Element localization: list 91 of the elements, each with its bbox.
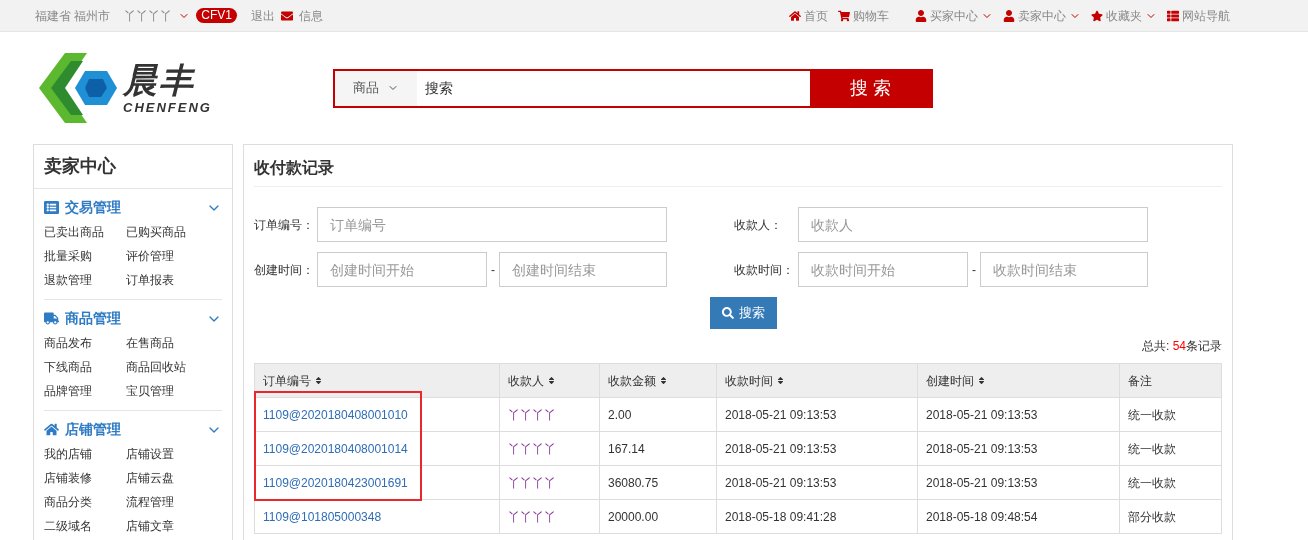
table-cell: 2018-05-21 09:13:53	[917, 431, 1120, 466]
range-separator: -	[971, 261, 977, 279]
logo-subtitle: CHENFENG	[123, 100, 212, 114]
truck-icon	[44, 311, 59, 326]
record-count: 总共: 54条记录	[1141, 338, 1222, 355]
column-header[interactable]: 收款金额	[599, 363, 717, 398]
sidebar-link[interactable]: 商品分类	[44, 490, 126, 514]
mail-icon	[281, 9, 294, 22]
sidebar-link[interactable]: 已购买商品	[126, 220, 222, 244]
order-link[interactable]: 1109@2020180408001014	[254, 431, 500, 466]
sort-icon	[977, 376, 986, 385]
sidebar-title: 卖家中心	[34, 145, 232, 189]
field-label: 创建时间：	[254, 261, 315, 279]
order-link[interactable]: 1109@2020180408001010	[254, 397, 500, 432]
user-icon	[1003, 9, 1015, 22]
sidebar-link[interactable]: 已卖出商品	[44, 220, 126, 244]
range-separator: -	[490, 261, 496, 279]
home-icon	[789, 9, 801, 22]
user-icon	[915, 9, 927, 22]
sidebar-link[interactable]: 批量采购	[44, 244, 126, 268]
cart-icon	[838, 9, 850, 22]
sidebar-link[interactable]: 商品发布	[44, 331, 126, 355]
column-header[interactable]: 收款时间	[716, 363, 918, 398]
home-icon	[44, 422, 59, 437]
column-header[interactable]: 收款人	[499, 363, 600, 398]
sidebar-link[interactable]: 评价管理	[126, 244, 222, 268]
list-icon	[1167, 9, 1179, 22]
date-field[interactable]: 收款时间结束	[980, 252, 1148, 287]
table-cell: 统一收款	[1119, 465, 1222, 500]
table-cell: 部分收款	[1119, 499, 1222, 534]
table-cell: 丫丫丫丫	[499, 499, 600, 534]
sidebar-link[interactable]: 店铺文章	[126, 514, 222, 538]
star-icon	[1091, 9, 1103, 22]
sidebar-link[interactable]: 商品回收站	[126, 355, 222, 379]
list-icon	[44, 200, 59, 215]
table-cell: 统一收款	[1119, 431, 1222, 466]
sidebar-link[interactable]: 宝贝管理	[126, 379, 222, 403]
table-cell: 36080.75	[599, 465, 717, 500]
column-header[interactable]: 订单编号	[254, 363, 500, 398]
location-text: 福建省 福州市	[35, 7, 111, 25]
table-cell: 20000.00	[599, 499, 717, 534]
sidebar-link[interactable]: 店铺设置	[126, 442, 222, 466]
panel-title: 收付款记录	[254, 145, 1222, 187]
field-label: 收款时间：	[734, 261, 795, 279]
column-header[interactable]: 创建时间	[917, 363, 1120, 398]
search-icon	[721, 307, 734, 319]
date-field[interactable]: 收款时间开始	[798, 252, 968, 287]
table-cell: 2018-05-21 09:13:53	[716, 397, 918, 432]
sidebar-link[interactable]: 流程管理	[126, 490, 222, 514]
table-cell: 2018-05-21 09:13:53	[716, 465, 918, 500]
table-cell: 2.00	[599, 397, 717, 432]
table-cell: 2018-05-21 09:13:53	[917, 465, 1120, 500]
logo-name: 晨丰	[123, 62, 196, 97]
group-title[interactable]: 商品管理	[65, 308, 121, 329]
field-label: 收款人：	[734, 216, 783, 234]
sort-icon	[776, 376, 785, 385]
group-title[interactable]: 交易管理	[65, 197, 121, 218]
table-cell: 2018-05-21 09:13:53	[917, 397, 1120, 432]
table-cell: 2018-05-18 09:41:28	[716, 499, 918, 534]
sidebar-link[interactable]: 下线商品	[44, 355, 126, 379]
date-field[interactable]: 创建时间结束	[499, 252, 667, 287]
table-cell: 167.14	[599, 431, 717, 466]
sidebar-link[interactable]: 在售商品	[126, 331, 222, 355]
table-cell: 统一收款	[1119, 397, 1222, 432]
sidebar-link[interactable]: 店铺装修	[44, 466, 126, 490]
table-cell: 丫丫丫丫	[499, 465, 600, 500]
sidebar-link[interactable]: 二级域名	[44, 514, 126, 538]
table-cell: 2018-05-18 09:48:54	[917, 499, 1120, 534]
category-select[interactable]: 商品	[335, 70, 417, 106]
sort-icon	[547, 376, 556, 385]
level-badge: CFV1	[196, 8, 238, 23]
sidebar-link[interactable]: 店铺云盘	[126, 466, 222, 490]
sidebar-link[interactable]: 品牌管理	[44, 379, 126, 403]
sort-icon	[659, 376, 668, 385]
sidebar-link[interactable]: 我的店铺	[44, 442, 126, 466]
payee-field[interactable]: 收款人	[798, 207, 1148, 242]
filter-search-button[interactable]: 搜索	[709, 297, 777, 329]
field-label: 订单编号：	[254, 216, 315, 234]
search-bar[interactable]: 商品 搜索 搜 索	[333, 68, 933, 108]
table-cell: 丫丫丫丫	[499, 431, 600, 466]
sidebar-link[interactable]: 退款管理	[44, 268, 126, 292]
date-field[interactable]: 创建时间开始	[317, 252, 487, 287]
sort-icon	[314, 376, 323, 385]
group-title[interactable]: 店铺管理	[65, 419, 121, 440]
order-link[interactable]: 1109@101805000348	[254, 499, 500, 534]
search-button[interactable]: 搜 索	[810, 70, 931, 106]
table-cell: 丫丫丫丫	[499, 397, 600, 432]
column-header: 备注	[1119, 363, 1222, 398]
order-field[interactable]: 订单编号	[317, 207, 667, 242]
sidebar-link[interactable]: 订单报表	[126, 268, 222, 292]
table-cell: 2018-05-21 09:13:53	[716, 431, 918, 466]
